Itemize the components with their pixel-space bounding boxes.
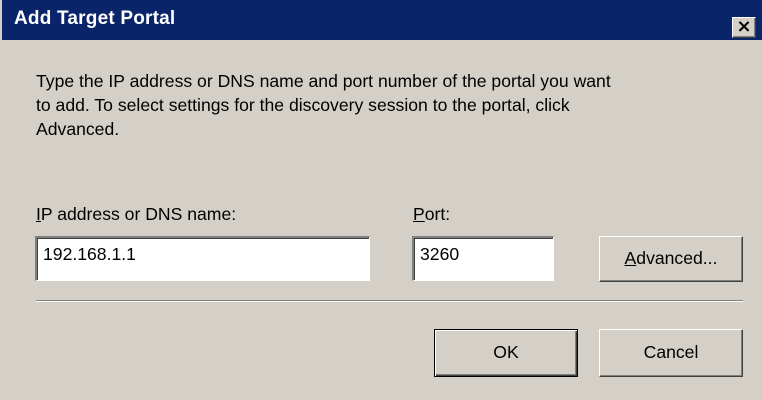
cancel-button[interactable]: Cancel <box>599 329 743 377</box>
instructions-line-3: Advanced. <box>36 119 120 139</box>
advanced-button-label: Advanced... <box>600 248 742 269</box>
port-label-text: ort: <box>424 204 451 224</box>
ip-address-label-text: P address or DNS name: <box>40 204 237 224</box>
title-bar[interactable]: Add Target Portal × <box>2 0 762 40</box>
advanced-button-text: dvanced... <box>636 248 718 268</box>
instructions-line-2: to add. To select settings for the disco… <box>36 95 570 115</box>
port-label: Port: <box>413 203 450 225</box>
instructions-line-1: Type the IP address or DNS name and port… <box>36 71 611 91</box>
instructions-text: Type the IP address or DNS name and port… <box>36 69 736 141</box>
advanced-button[interactable]: Advanced... <box>599 236 743 282</box>
ip-address-label: IP address or DNS name: <box>36 203 236 225</box>
close-button[interactable]: × <box>732 16 756 38</box>
ip-address-input[interactable] <box>43 244 363 265</box>
ok-button[interactable]: OK <box>434 329 578 377</box>
add-target-portal-dialog: Add Target Portal × Type the IP address … <box>0 0 762 400</box>
port-field[interactable] <box>412 236 554 281</box>
cancel-button-label: Cancel <box>643 342 699 362</box>
close-icon: × <box>736 16 752 37</box>
port-label-mnemonic: P <box>413 204 425 224</box>
port-input[interactable] <box>420 244 548 265</box>
advanced-button-mnemonic: A <box>624 248 637 268</box>
ip-address-field[interactable] <box>35 236 370 281</box>
dialog-title: Add Target Portal <box>14 8 176 29</box>
separator-line <box>36 300 743 302</box>
ok-button-label: OK <box>493 342 519 362</box>
